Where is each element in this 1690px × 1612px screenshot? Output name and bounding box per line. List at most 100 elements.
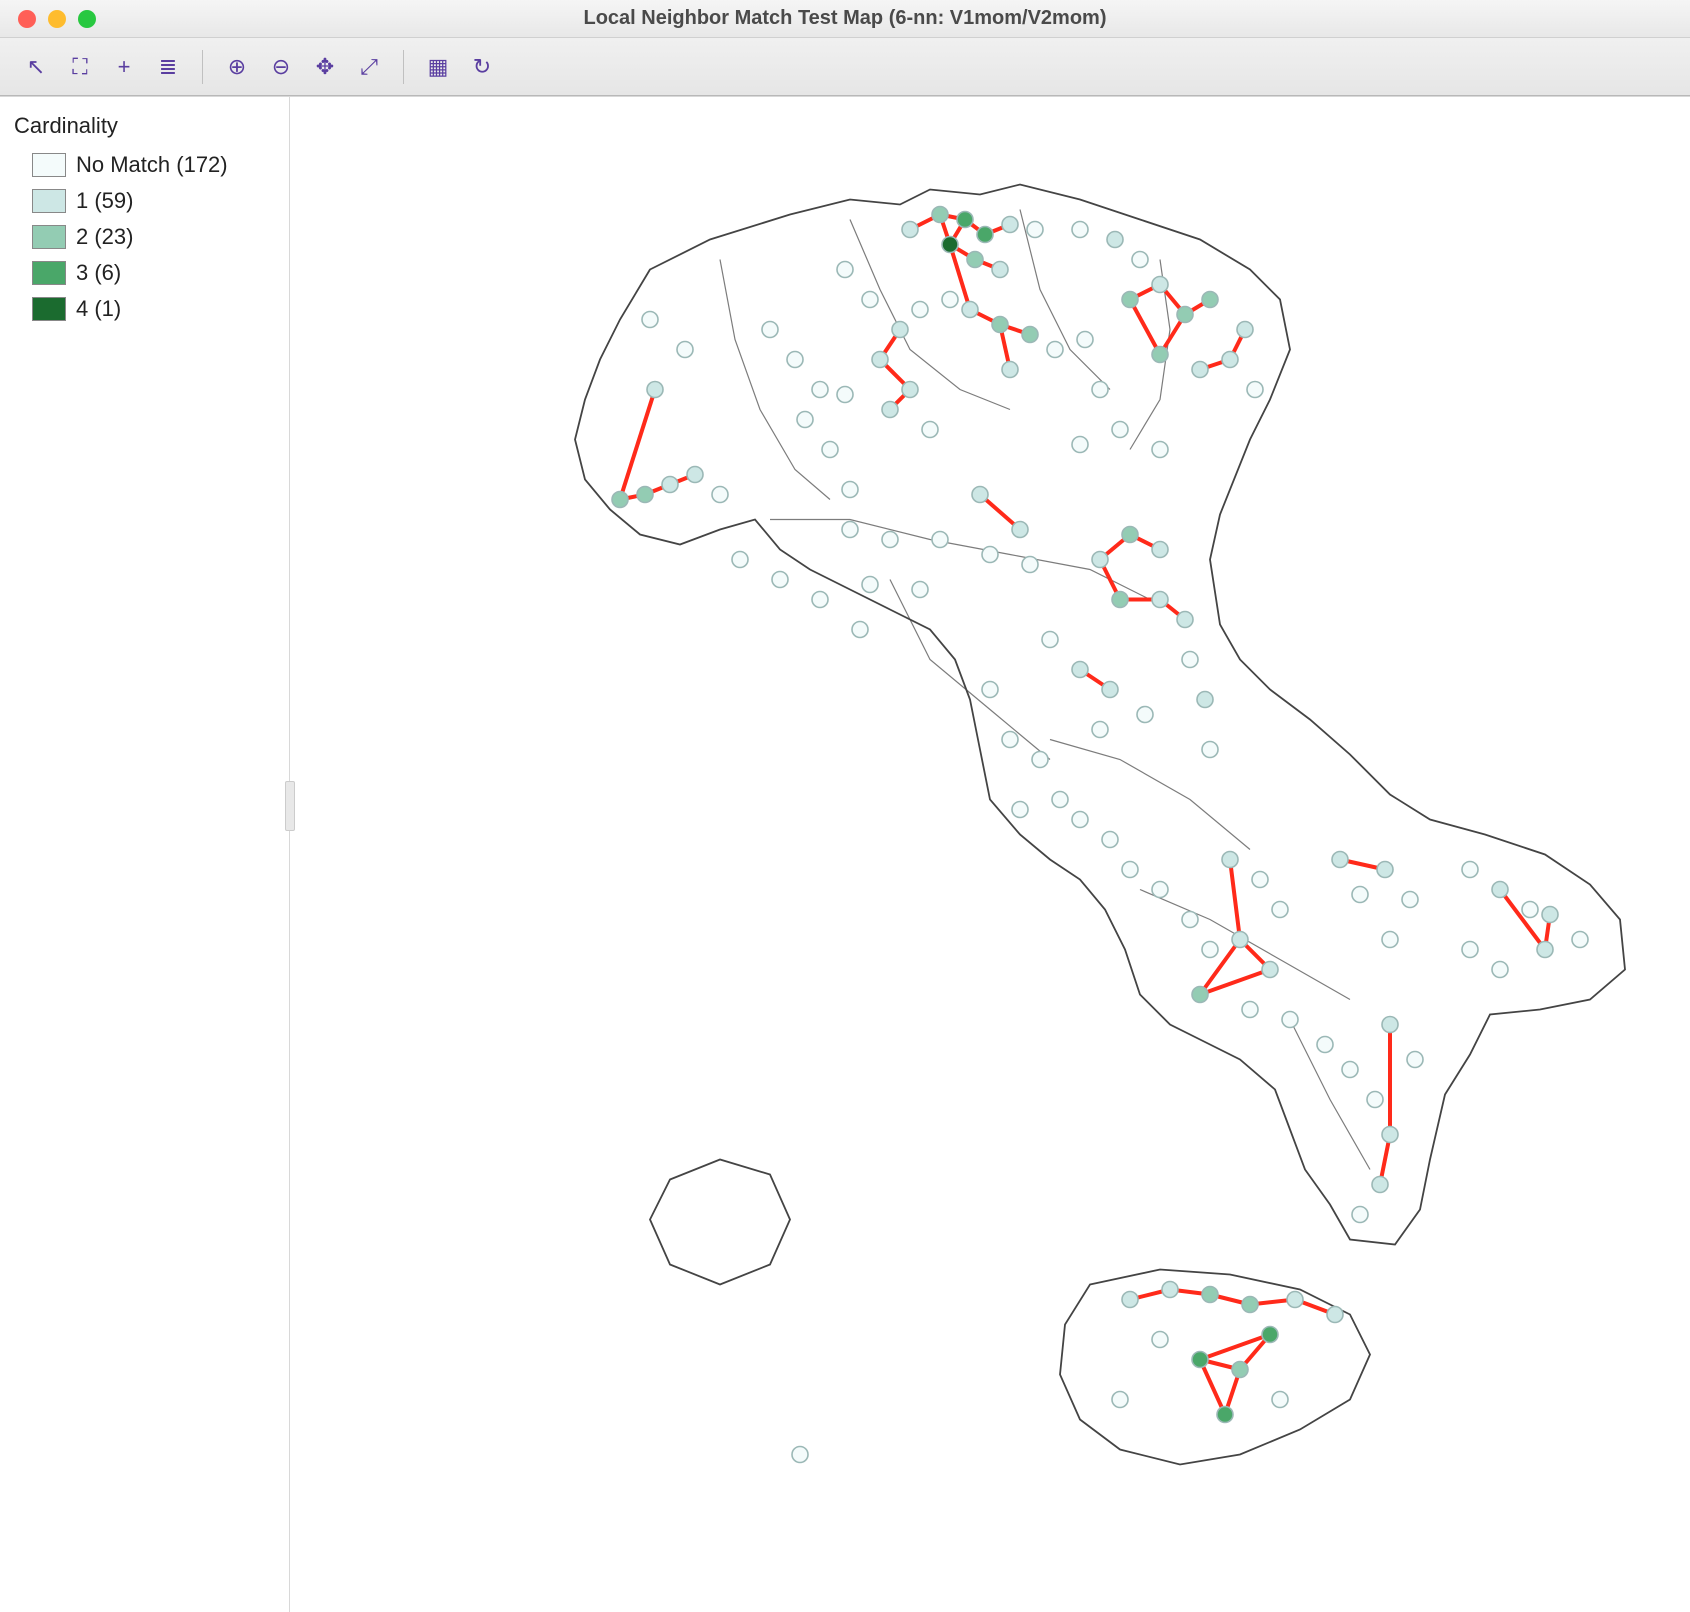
- map-point[interactable]: [1137, 707, 1153, 723]
- map-point[interactable]: [912, 302, 928, 318]
- map-point[interactable]: [1202, 742, 1218, 758]
- map-point[interactable]: [762, 322, 778, 338]
- map-point[interactable]: [1242, 1297, 1258, 1313]
- map-point[interactable]: [1092, 382, 1108, 398]
- map-point[interactable]: [1012, 802, 1028, 818]
- map-point[interactable]: [1022, 557, 1038, 573]
- zoom-in-icon[interactable]: ⊕: [217, 47, 257, 87]
- map-point[interactable]: [1152, 882, 1168, 898]
- map-point[interactable]: [812, 592, 828, 608]
- map-point[interactable]: [1222, 852, 1238, 868]
- map-point[interactable]: [837, 262, 853, 278]
- map-point[interactable]: [1537, 942, 1553, 958]
- map-point[interactable]: [1262, 962, 1278, 978]
- add-layer-icon[interactable]: +: [104, 47, 144, 87]
- map-point[interactable]: [1202, 942, 1218, 958]
- map-point[interactable]: [1202, 292, 1218, 308]
- map-point[interactable]: [1492, 882, 1508, 898]
- map-point[interactable]: [1002, 217, 1018, 233]
- map-point[interactable]: [1542, 907, 1558, 923]
- map-point[interactable]: [862, 577, 878, 593]
- map-point[interactable]: [1352, 887, 1368, 903]
- map-point[interactable]: [1042, 632, 1058, 648]
- legend-item[interactable]: 2 (23): [14, 219, 275, 255]
- map-point[interactable]: [902, 382, 918, 398]
- map-point[interactable]: [1282, 1012, 1298, 1028]
- map-canvas[interactable]: [290, 97, 1690, 1612]
- map-point[interactable]: [892, 322, 908, 338]
- map-point[interactable]: [967, 252, 983, 268]
- map-point[interactable]: [872, 352, 888, 368]
- map-point[interactable]: [1047, 342, 1063, 358]
- map-point[interactable]: [1192, 362, 1208, 378]
- legend-item[interactable]: 4 (1): [14, 291, 275, 327]
- map-point[interactable]: [1462, 942, 1478, 958]
- fit-extent-icon[interactable]: ⤢: [349, 47, 389, 87]
- map-point[interactable]: [1367, 1092, 1383, 1108]
- map-point[interactable]: [642, 312, 658, 328]
- map-point[interactable]: [932, 207, 948, 223]
- map-point[interactable]: [647, 382, 663, 398]
- map-point[interactable]: [1072, 812, 1088, 828]
- map-point[interactable]: [992, 317, 1008, 333]
- map-point[interactable]: [1272, 902, 1288, 918]
- map-point[interactable]: [992, 262, 1008, 278]
- map-point[interactable]: [977, 227, 993, 243]
- map-point[interactable]: [1232, 1362, 1248, 1378]
- legend-item[interactable]: 3 (6): [14, 255, 275, 291]
- map-point[interactable]: [1237, 322, 1253, 338]
- map-point[interactable]: [982, 682, 998, 698]
- map-point[interactable]: [1572, 932, 1588, 948]
- map-point[interactable]: [1122, 1292, 1138, 1308]
- map-point[interactable]: [1092, 722, 1108, 738]
- map-point[interactable]: [1122, 862, 1138, 878]
- map-point[interactable]: [1002, 732, 1018, 748]
- map-point[interactable]: [1382, 1127, 1398, 1143]
- map-point[interactable]: [637, 487, 653, 503]
- map-point[interactable]: [612, 492, 628, 508]
- map-point[interactable]: [972, 487, 988, 503]
- map-point[interactable]: [1112, 1392, 1128, 1408]
- map-point[interactable]: [1352, 1207, 1368, 1223]
- map-point[interactable]: [1022, 327, 1038, 343]
- map-point[interactable]: [1182, 912, 1198, 928]
- map-point[interactable]: [1152, 1332, 1168, 1348]
- map-point[interactable]: [1027, 222, 1043, 238]
- map-point[interactable]: [862, 292, 878, 308]
- map-point[interactable]: [1232, 932, 1248, 948]
- map-point[interactable]: [1522, 902, 1538, 918]
- map-point[interactable]: [942, 237, 958, 253]
- map-point[interactable]: [792, 1447, 808, 1463]
- map-point[interactable]: [912, 582, 928, 598]
- map-point[interactable]: [1122, 527, 1138, 543]
- close-icon[interactable]: [18, 10, 36, 28]
- legend-item[interactable]: No Match (172): [14, 147, 275, 183]
- map-point[interactable]: [1032, 752, 1048, 768]
- map-point[interactable]: [1052, 792, 1068, 808]
- map-point[interactable]: [1152, 542, 1168, 558]
- panel-resize-handle[interactable]: [285, 781, 295, 831]
- map-point[interactable]: [842, 522, 858, 538]
- map-point[interactable]: [1102, 832, 1118, 848]
- map-point[interactable]: [1012, 522, 1028, 538]
- map-point[interactable]: [1402, 892, 1418, 908]
- map-point[interactable]: [1002, 362, 1018, 378]
- map-point[interactable]: [772, 572, 788, 588]
- map-point[interactable]: [1252, 872, 1268, 888]
- zoom-out-icon[interactable]: ⊖: [261, 47, 301, 87]
- map-point[interactable]: [732, 552, 748, 568]
- map-point[interactable]: [1247, 382, 1263, 398]
- map-point[interactable]: [1407, 1052, 1423, 1068]
- map-point[interactable]: [822, 442, 838, 458]
- map-point[interactable]: [902, 222, 918, 238]
- maximize-icon[interactable]: [78, 10, 96, 28]
- map-point[interactable]: [812, 382, 828, 398]
- basemap-icon[interactable]: ▦: [418, 47, 458, 87]
- map-point[interactable]: [1092, 552, 1108, 568]
- map-point[interactable]: [1177, 307, 1193, 323]
- map-point[interactable]: [1332, 852, 1348, 868]
- map-point[interactable]: [1107, 232, 1123, 248]
- map-point[interactable]: [1162, 1282, 1178, 1298]
- map-point[interactable]: [932, 532, 948, 548]
- map-point[interactable]: [1152, 347, 1168, 363]
